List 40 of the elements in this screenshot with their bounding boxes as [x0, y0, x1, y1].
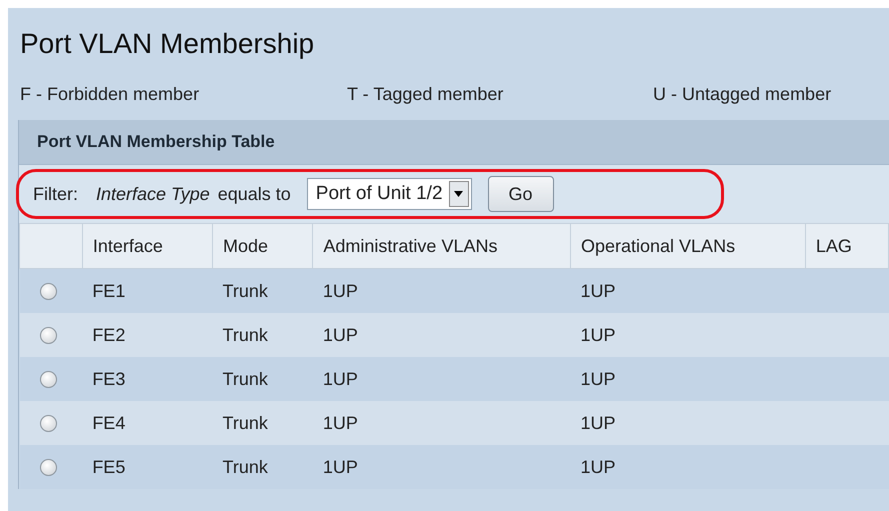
table-cell: Trunk: [222, 324, 268, 344]
table-cell: Trunk: [222, 280, 268, 300]
table-cell: FE5: [92, 456, 126, 476]
column-header: Interface: [82, 224, 213, 268]
column-header: Mode: [212, 224, 313, 268]
table-cell: FE4: [92, 412, 126, 432]
column-header: Administrative VLANs: [312, 224, 570, 268]
legend-text: U - Untagged member: [653, 84, 832, 106]
table-cell: Trunk: [222, 456, 268, 476]
table-cell: 1UP: [580, 412, 616, 432]
interface-type-dropdown[interactable]: Port of Unit 1/2: [306, 178, 472, 210]
go-button[interactable]: Go: [488, 176, 554, 212]
column-header: Operational VLANs: [570, 224, 806, 268]
table-cell: 1UP: [322, 412, 358, 432]
row-radio-button[interactable]: [40, 371, 56, 388]
table-cell: FE2: [92, 324, 126, 344]
table-cell: 1UP: [580, 280, 616, 300]
table-cell: Trunk: [222, 368, 268, 388]
table-title: Port VLAN Membership Table: [37, 132, 275, 152]
table-cell: 1UP: [322, 456, 358, 476]
row-radio-button[interactable]: [40, 283, 56, 300]
row-radio-button[interactable]: [40, 459, 56, 476]
table-cell: Trunk: [222, 412, 268, 432]
filter-label: Filter:: [33, 184, 78, 204]
table-cell: 1UP: [322, 368, 358, 388]
filter-field-name: Interface Type: [96, 184, 210, 204]
legend-text: T - Tagged member: [347, 84, 504, 106]
table-cell: 1UP: [580, 324, 616, 344]
column-header: LAG: [805, 224, 888, 268]
table-cell: 1UP: [580, 456, 616, 476]
table-cell: 1UP: [322, 280, 358, 300]
page-title: Port VLAN Membership: [19, 27, 316, 61]
table-cell: 1UP: [322, 324, 358, 344]
filter-operator: equals to: [218, 184, 291, 204]
table-cell: FE3: [92, 368, 126, 388]
legend-text: F - Forbidden member: [20, 84, 200, 106]
table-cell: 1UP: [580, 368, 616, 388]
row-radio-button[interactable]: [40, 415, 56, 432]
table-cell: FE1: [92, 280, 126, 300]
row-radio-button[interactable]: [40, 327, 56, 344]
